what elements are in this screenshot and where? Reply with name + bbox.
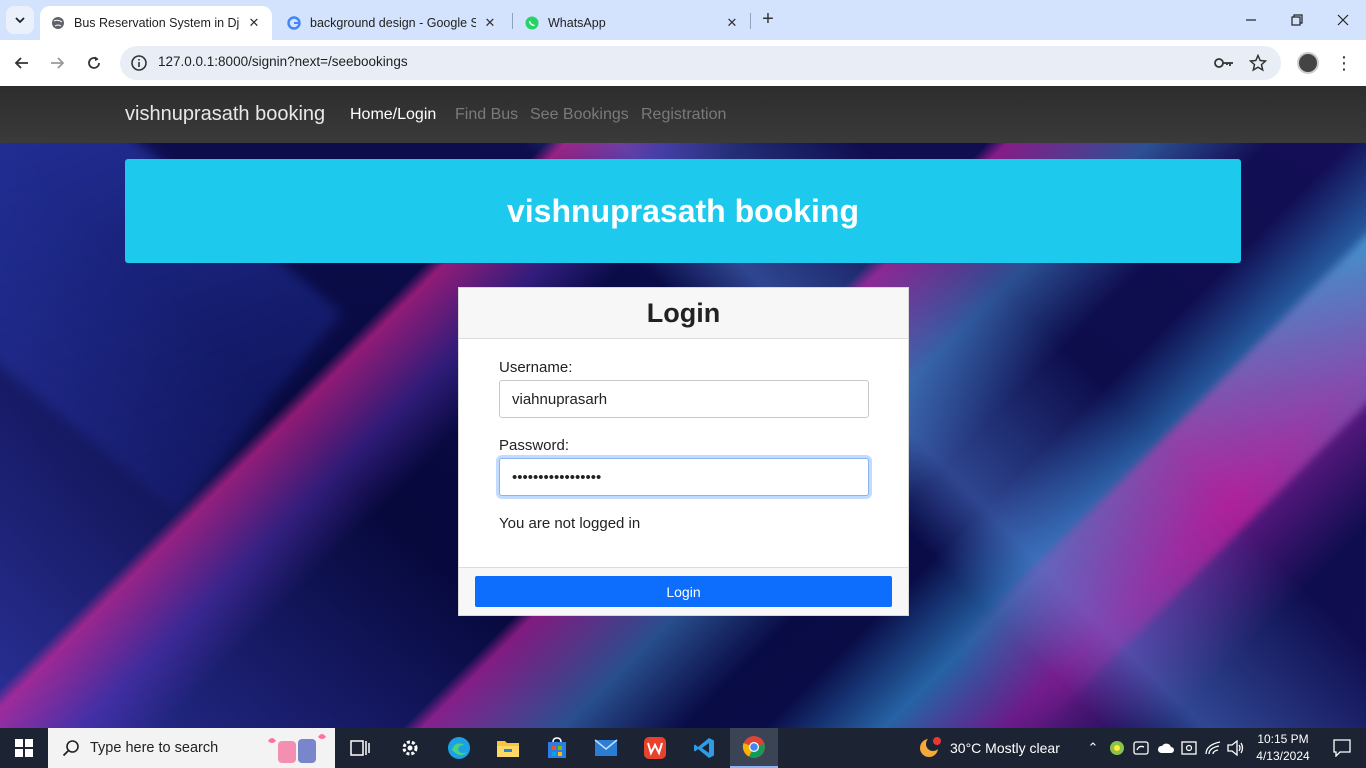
navbar-brand[interactable]: vishnuprasath booking [125,103,325,126]
login-status-text: You are not logged in [499,515,641,532]
whatsapp-icon [524,15,540,31]
weather-moon-icon [920,737,941,757]
login-card: Login Username: viahnuprasarh Password: … [458,287,909,616]
taskbar-mail[interactable] [582,728,630,768]
browser-toolbar: 127.0.0.1:8000/signin?next=/seebookings … [0,40,1366,86]
display-icon[interactable] [1181,740,1197,756]
nav-find-bus[interactable]: Find Bus [455,106,518,124]
close-icon [1337,14,1349,26]
url-text: 127.0.0.1:8000/signin?next=/seebookings [158,54,408,69]
username-label: Username: [499,359,573,376]
arrow-right-icon [51,57,65,69]
gear-icon [402,740,418,756]
search-placeholder: Type here to search [90,740,219,756]
arrow-left-icon [14,57,28,69]
address-bar[interactable]: 127.0.0.1:8000/signin?next=/seebookings [120,46,1281,80]
chevron-down-icon [15,17,25,24]
taskbar-weather[interactable]: 30°C Mostly clear [917,728,1060,768]
profile-avatar[interactable] [1297,52,1319,74]
taskbar-store[interactable] [533,728,581,768]
login-button[interactable]: Login [475,576,892,607]
tab-whatsapp[interactable]: WhatsApp ✕ [514,6,750,40]
chrome-icon [742,736,765,758]
taskbar-chrome[interactable] [730,728,778,768]
wps-office-icon [644,737,666,759]
taskbar-search[interactable]: Type here to search [48,728,335,768]
minimize-button[interactable] [1228,0,1274,40]
new-tab-button[interactable]: + [757,9,779,31]
key-icon[interactable] [1214,53,1234,73]
login-heading: Login [646,297,721,328]
restore-button[interactable] [1274,0,1320,40]
tray-app-icon[interactable] [1109,740,1125,756]
password-input[interactable]: ••••••••••••••••• [499,458,869,496]
edge-icon [448,737,470,759]
volume-icon[interactable] [1227,740,1245,756]
tab-search-button[interactable] [6,6,34,34]
task-view-icon [350,740,370,756]
google-icon [286,15,302,31]
browser-tabbar: Bus Reservation System in Djan ✕ backgro… [0,0,1366,40]
back-button[interactable] [7,48,37,78]
tab-title: background design - Google Se [310,16,476,30]
vscode-icon [694,738,714,758]
close-window-button[interactable] [1320,0,1366,40]
luggage-illustration-icon [268,734,327,763]
weather-text: 30°C Mostly clear [950,740,1060,756]
banner-title: vishnuprasath booking [506,192,860,229]
reload-button[interactable] [79,48,109,78]
tab-separator [512,13,513,29]
minimize-icon [1246,19,1256,21]
bookmark-star-icon[interactable] [1248,53,1268,73]
store-icon [548,737,566,758]
close-tab-icon[interactable]: ✕ [482,15,498,31]
login-card-footer: Login [459,567,908,615]
clock-time: 10:15 PM [1257,732,1309,746]
chevron-up-icon[interactable]: ⌃ [1085,740,1101,756]
hero-banner: vishnuprasath booking [125,159,1241,263]
notification-center-button[interactable] [1318,728,1366,768]
system-tray: ⌃ [1085,728,1245,768]
taskbar-settings[interactable] [386,728,434,768]
site-navbar: vishnuprasath booking Home/Login Find Bu… [0,86,1366,143]
restore-icon [1291,14,1303,26]
windows-taskbar: Type here to search 30°C Mostly clear ⌃ [0,728,1366,768]
taskbar-wps[interactable] [631,728,679,768]
nav-registration[interactable]: Registration [641,106,726,124]
tab-title: Bus Reservation System in Djan [74,16,240,30]
taskbar-clock[interactable]: 10:15 PM 4/13/2024 [1250,731,1316,765]
mail-icon [594,739,618,756]
close-tab-icon[interactable]: ✕ [724,15,740,31]
tab-bus-reservation[interactable]: Bus Reservation System in Djan ✕ [40,6,272,40]
reload-icon [88,56,100,69]
clock-date: 4/13/2024 [1256,749,1310,763]
taskbar-edge[interactable] [435,728,483,768]
site-info-icon[interactable] [130,54,148,72]
windows-logo-icon [15,739,33,757]
taskbar-file-explorer[interactable] [484,728,532,768]
wifi-icon[interactable] [1205,741,1221,755]
task-view-button[interactable] [336,728,384,768]
close-tab-icon[interactable]: ✕ [246,15,262,31]
cloud-icon[interactable] [1157,741,1175,755]
onedrive-sync-icon[interactable] [1133,740,1149,756]
notification-icon [1333,739,1351,757]
tab-google-search[interactable]: background design - Google Se ✕ [276,6,508,40]
globe-icon [50,15,66,31]
taskbar-vscode[interactable] [680,728,728,768]
password-label: Password: [499,437,570,454]
start-button[interactable] [0,728,48,768]
search-icon [62,740,79,757]
nav-home-login[interactable]: Home/Login [350,106,436,124]
login-card-header: Login [459,288,908,339]
username-input[interactable]: viahnuprasarh [499,380,869,418]
tab-title: WhatsApp [548,16,606,30]
chrome-menu-icon[interactable]: ⋮ [1334,51,1354,75]
page-viewport: vishnuprasath booking Home/Login Find Bu… [0,86,1366,728]
forward-button[interactable] [42,48,72,78]
folder-icon [497,741,519,757]
tab-separator [750,13,751,29]
nav-see-bookings[interactable]: See Bookings [530,106,629,124]
